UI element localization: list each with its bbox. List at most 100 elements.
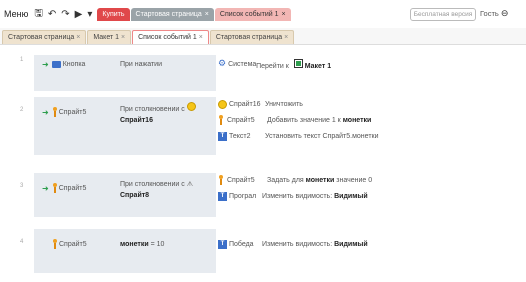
action-text-pre: Добавить значение 1 к [267,116,341,124]
event-number: 1 [20,57,24,63]
tab-start-page[interactable]: Стартовая страница × [2,30,87,44]
event-arrow-icon: ➜ [42,59,49,69]
condition-object[interactable]: Спрайт5 [52,107,86,117]
condition-text[interactable]: При нажатии [120,59,162,70]
condition-block[interactable]: ➜ Кнопка При нажатии [34,55,216,91]
event-number: 3 [20,183,24,189]
undo-icon[interactable]: ↶ [48,9,56,20]
close-icon[interactable]: × [282,11,286,18]
event-2[interactable]: 2 ➜ Спрайт5 При столкновении с Спрайт16 … [18,97,500,155]
condition-text[interactable]: При столкновении с Спрайт16 [120,102,196,126]
close-icon[interactable]: × [284,34,288,41]
top-tab-event-sheet[interactable]: Список событий 1 × [214,7,291,21]
redo-icon[interactable]: ↷ [61,9,69,20]
coin-icon [218,99,227,109]
tab-start-page-2[interactable]: Стартовая страница × [209,30,295,44]
event-arrow-icon: ➜ [42,183,49,193]
action-text-pre: Перейти к [256,62,289,70]
condition-block[interactable]: ➜ Спрайт5 При столкновении с ᗑ Спрайт8 [34,173,216,217]
condition-label: При столкновении с [120,106,185,113]
close-icon[interactable]: × [199,34,203,41]
action-text-pre: Задать для [267,176,304,184]
layout-icon [293,58,303,68]
action-row[interactable]: T Програл Изменить видимость: Видимый [218,189,368,203]
action-text-pre: Изменить видимость: [262,240,333,248]
condition-text[interactable]: При столкновении с ᗑ Спрайт8 [120,179,193,201]
sprite-icon [52,239,57,249]
event-1[interactable]: 1 ➜ Кнопка При нажатии ⚙ Система Перейти… [18,55,500,91]
play-icon[interactable]: ▶ [75,9,83,20]
action-object: Текст2 [229,132,251,140]
event-number: 2 [20,107,24,113]
sprite-icon [52,183,57,193]
event-number: 4 [20,239,24,245]
tab-event-sheet-1[interactable]: Список событий 1 × [132,30,209,44]
action-text: Установить текст Спрайт5.монетки [265,132,379,140]
text-object-icon: T [218,239,227,249]
action-row[interactable]: T Победа Изменить видимость: Видимый [218,237,368,251]
dropdown-icon[interactable]: ▾ [87,9,92,20]
text-object-icon: T [218,191,227,201]
action-row[interactable]: Спрайт16 Уничтожить [218,97,303,111]
sprite-icon [218,175,223,185]
condition-block[interactable]: ➜ Спрайт5 При столкновении с Спрайт16 [34,97,216,155]
action-object: Спрайт16 [229,100,261,108]
top-tab-start-page[interactable]: Стартовая страница × [130,7,214,21]
sprite-icon [218,115,223,125]
actions-block: T Победа Изменить видимость: Видимый [216,229,500,273]
tab-layout-1[interactable]: Макет 1 × [87,30,132,44]
action-object: Система [228,60,257,68]
actions-block: ⚙ Система Перейти к Макет 1 [216,55,500,91]
condition-object[interactable]: Спрайт5 [52,239,87,249]
buy-tab[interactable]: Купить [97,7,130,21]
action-object: Програл [229,192,257,200]
action-row[interactable]: Спрайт5 Добавить значение 1 к монетки [218,113,371,127]
action-object: Спрайт5 [227,176,255,184]
condition-target: Спрайт8 [120,192,150,199]
action-text-pre: Изменить видимость: [262,192,333,200]
action-text-bold: монетки [342,116,372,124]
close-icon[interactable]: × [121,34,125,41]
gear-icon: ⚙ [218,59,227,69]
action-text-bold: Видимый [334,240,368,248]
spikes-icon: ᗑ [186,180,194,188]
free-version-badge[interactable]: Бесплатная версия [410,8,476,21]
condition-block[interactable]: Спрайт5 монетки = 10 [34,229,216,273]
action-text: Перейти к Макет 1 [256,58,332,70]
sprite-icon [52,107,57,117]
text-object-icon: T [218,131,227,141]
action-text-bold: Видимый [334,192,368,200]
actions-block: Спрайт16 Уничтожить Спрайт5 Добавить зна… [216,97,500,155]
condition-target: Спрайт16 [120,117,153,124]
save-icon[interactable]: 🖫 [34,6,43,23]
condition-comparison: = 10 [150,241,165,248]
condition-object[interactable]: Кнопка [51,60,85,68]
button-icon [51,60,61,68]
event-3[interactable]: 3 ➜ Спрайт5 При столкновении с ᗑ Спрайт8… [18,173,500,217]
guest-account[interactable]: Гость ⊖ [480,9,508,19]
coin-icon [186,102,196,111]
close-icon[interactable]: × [76,34,80,41]
action-text: Добавить значение 1 к монетки [267,117,371,124]
action-row[interactable]: ⚙ Система Перейти к Макет 1 [218,57,331,71]
menu-button[interactable]: Меню [4,9,28,19]
action-text: Изменить видимость: Видимый [262,193,368,200]
close-icon[interactable]: × [205,11,209,18]
action-row[interactable]: Спрайт5 Задать для монетки значение 0 [218,173,372,187]
action-text-bold: монетки [305,176,335,184]
actions-block: Спрайт5 Задать для монетки значение 0 T … [216,173,500,217]
action-object: Спрайт5 [227,116,255,124]
condition-text[interactable]: монетки = 10 [120,239,164,250]
guest-label: Гость [480,9,499,18]
action-text: Уничтожить [265,100,303,108]
condition-label: При столкновении с [120,181,185,188]
action-text-bold: Макет 1 [304,62,332,70]
condition-object[interactable]: Спрайт5 [52,183,86,193]
account-icon: ⊖ [500,9,509,19]
action-row[interactable]: T Текст2 Установить текст Спрайт5.монетк… [218,129,379,143]
condition-variable: монетки [120,241,149,248]
action-object: Победа [229,240,254,248]
event-sheet: 1 ➜ Кнопка При нажатии ⚙ Система Перейти… [0,45,526,282]
event-4[interactable]: 4 Спрайт5 монетки = 10 T Победа Изменить… [18,229,500,273]
editor-tabs: Стартовая страница × Макет 1 × Список собы… [0,28,526,45]
